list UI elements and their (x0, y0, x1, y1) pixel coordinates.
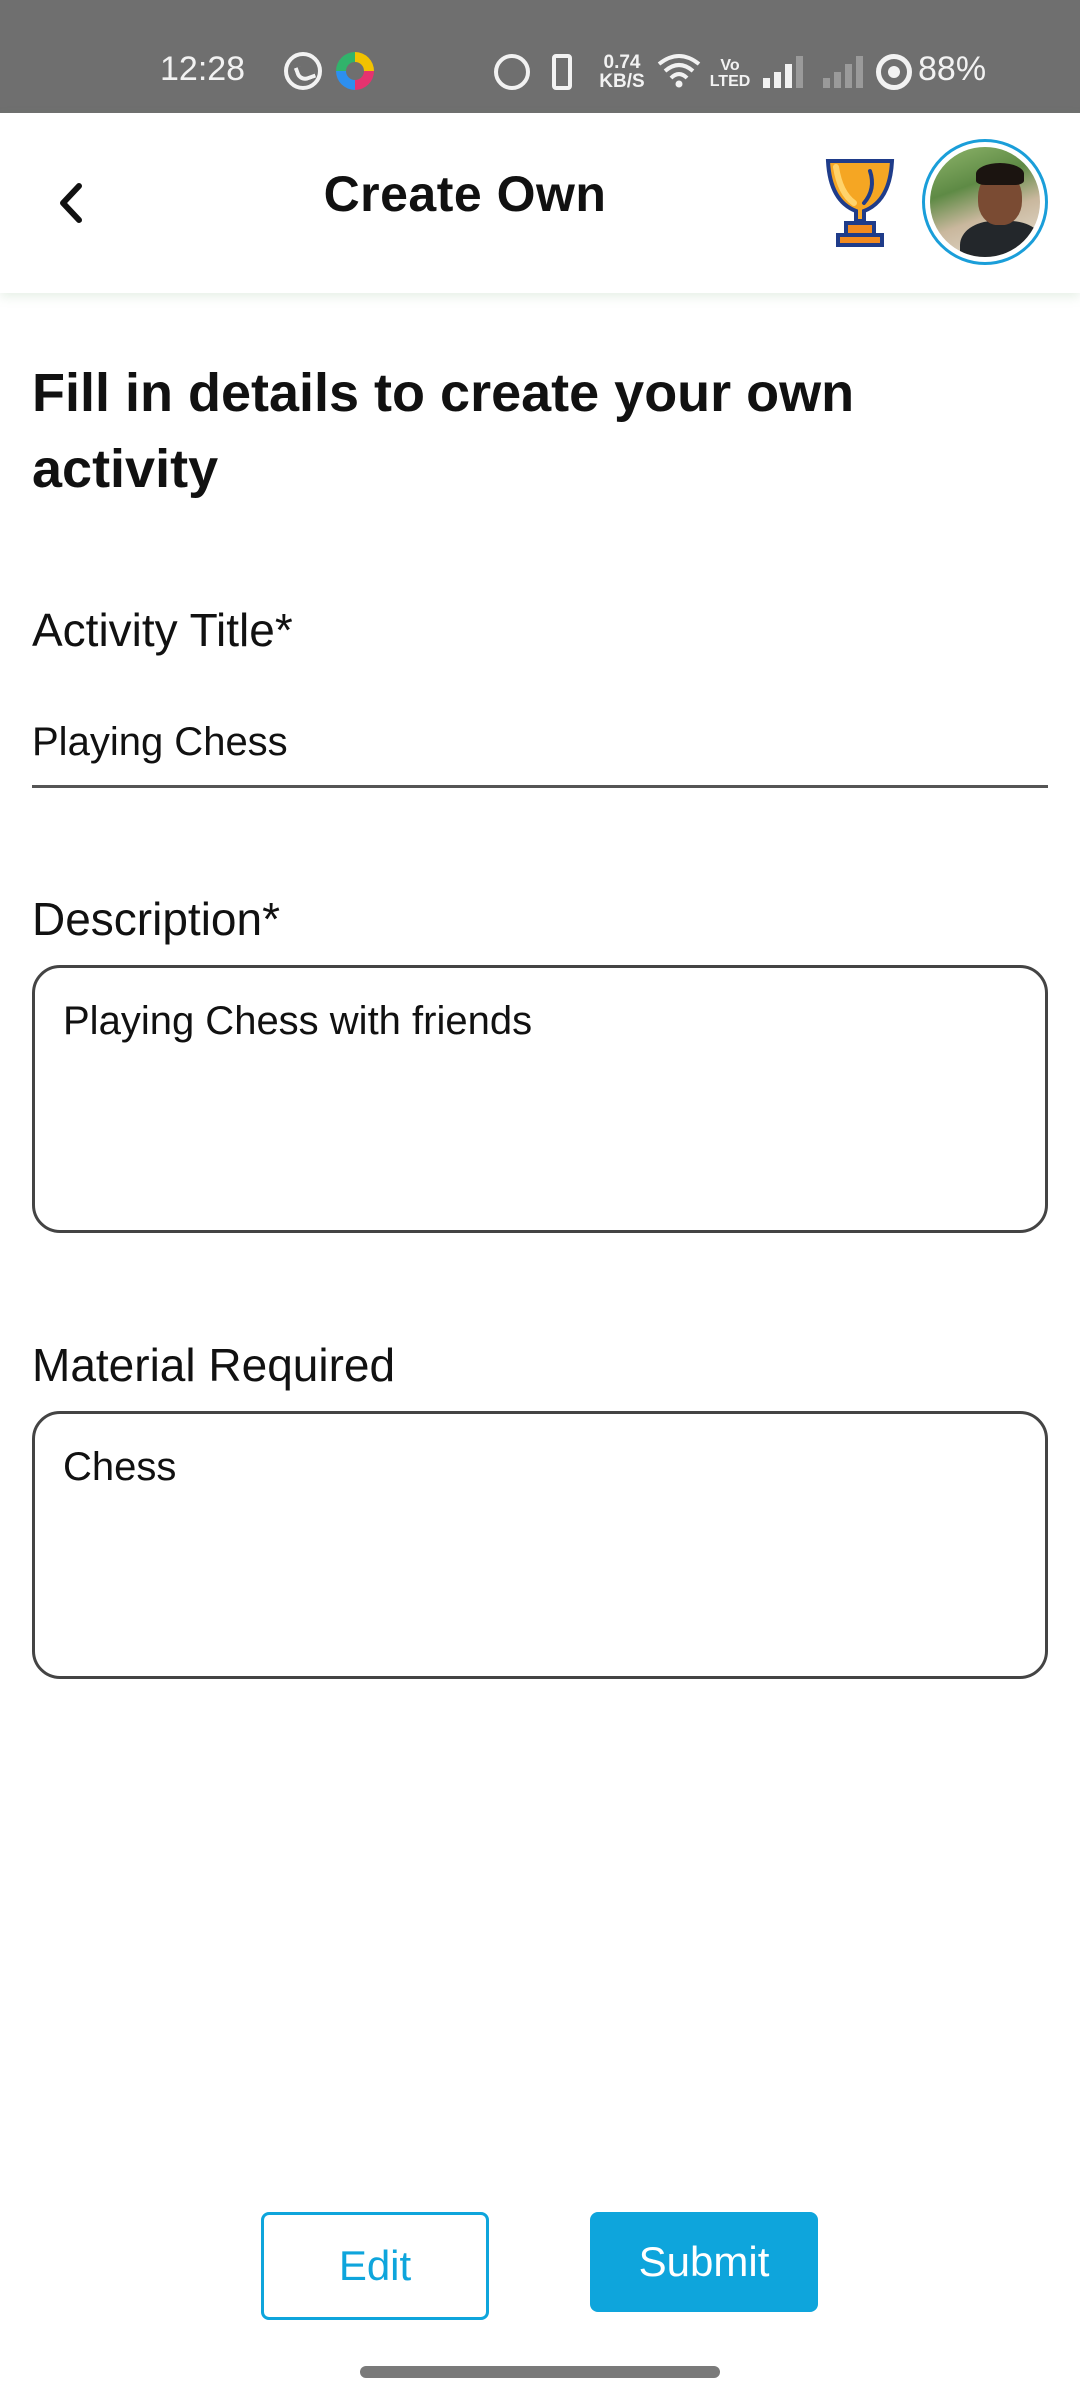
alarm-icon (494, 54, 530, 90)
whatsapp-icon (284, 52, 322, 90)
description-label: Description* (32, 893, 280, 945)
material-required-label: Material Required (32, 1339, 396, 1391)
home-indicator[interactable] (360, 2366, 720, 2378)
app-bar: Create Own (0, 113, 1080, 293)
wifi-icon (656, 50, 702, 90)
trophy-icon[interactable] (820, 153, 900, 253)
form-intro-heading: Fill in details to create your own activ… (32, 363, 855, 499)
status-time: 12:28 (160, 50, 246, 88)
volte-bottom: LTED (709, 73, 751, 90)
submit-button[interactable]: Submit (590, 2212, 818, 2312)
avatar-photo (930, 147, 1040, 257)
activity-title-input[interactable] (32, 700, 1048, 788)
description-textarea[interactable]: Playing Chess with friends (32, 965, 1048, 1233)
network-speed-unit: KB/S (599, 71, 645, 92)
battery-saver-icon (876, 54, 912, 90)
activity-title-label: Activity Title* (32, 604, 293, 656)
volte-top: Vo (720, 57, 740, 74)
network-speed-value: 0.74 (603, 52, 641, 73)
status-bar: 12:28 0.74 KB/S Vo LTED 88% (0, 0, 1080, 113)
battery-percentage: 88% (918, 50, 987, 88)
vibrate-icon (552, 54, 572, 90)
app-notification-icon (336, 52, 374, 90)
signal-sim2-icon (822, 56, 864, 88)
avatar[interactable] (922, 139, 1048, 265)
page-title: Create Own (323, 166, 607, 222)
volte-icon: Vo LTED (709, 54, 751, 94)
network-speed: 0.74 KB/S (598, 52, 646, 92)
material-required-textarea[interactable]: Chess (32, 1411, 1048, 1679)
signal-sim1-icon (762, 56, 804, 88)
edit-button[interactable]: Edit (261, 2212, 489, 2320)
